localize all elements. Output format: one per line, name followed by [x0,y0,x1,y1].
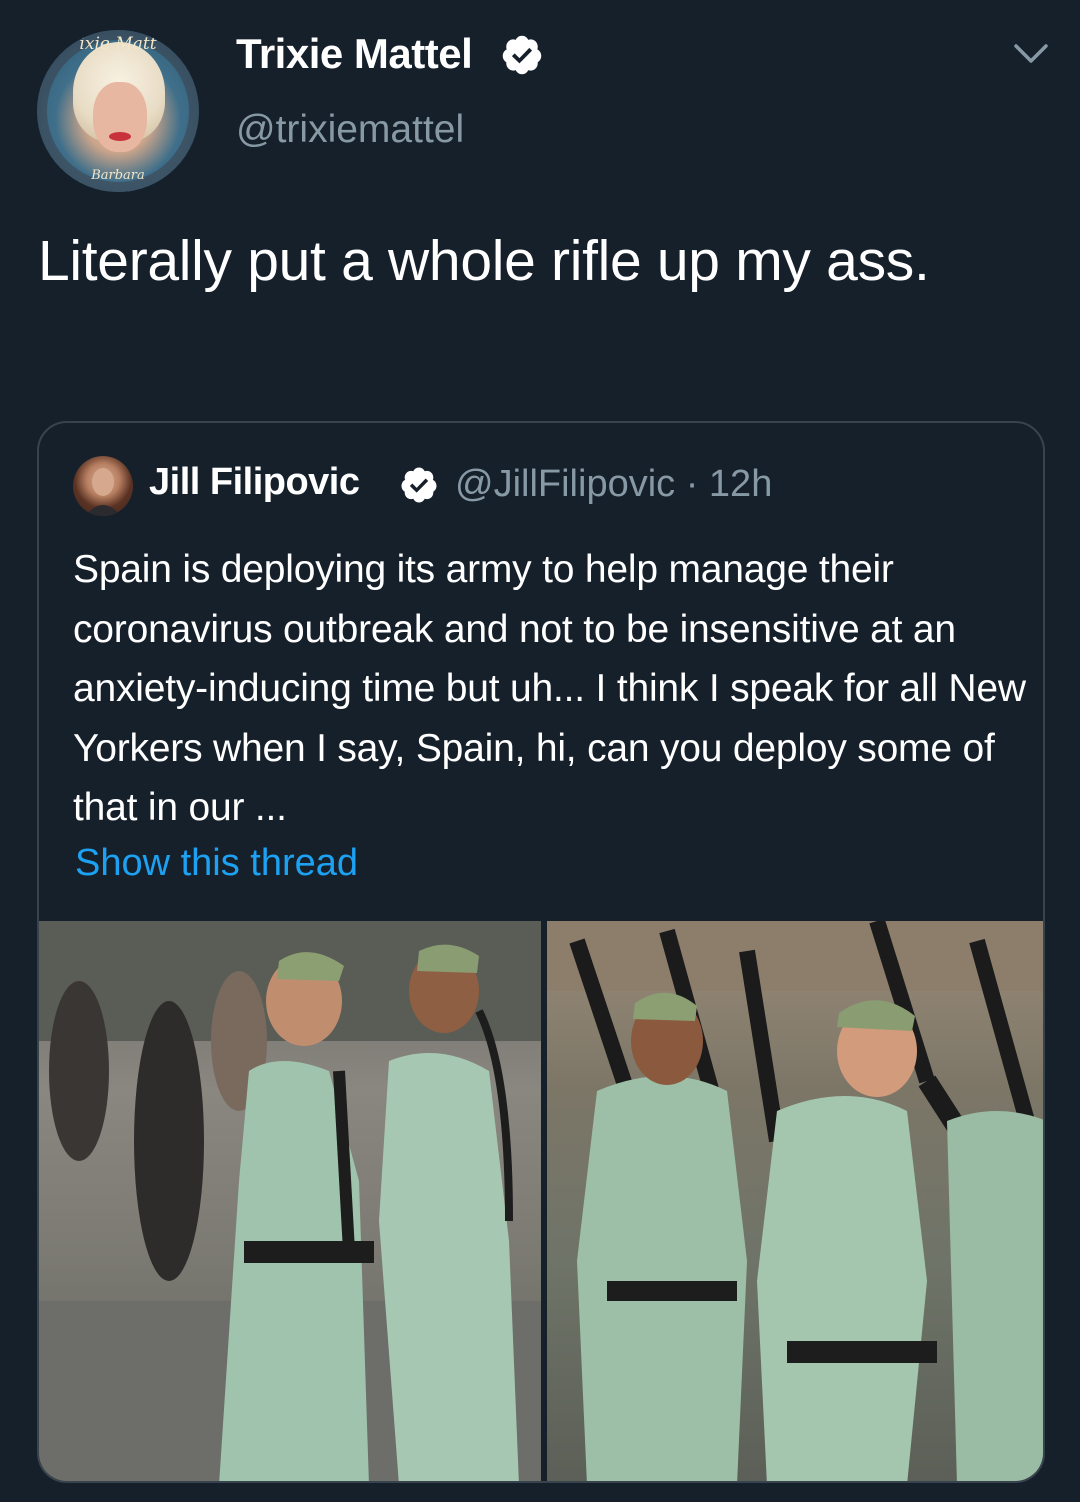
quoted-author-handle-time[interactable]: @JillFilipovic · 12h [455,463,772,506]
avatar-logo-text-bottom: Barbara [91,168,145,183]
author-avatar[interactable]: ixie Matt Barbara [37,30,199,192]
quoted-photo-right[interactable] [547,921,1043,1481]
quoted-photo-left[interactable] [39,921,541,1481]
tweet: ixie Matt Barbara Trixie Mattel @trixiem… [0,0,1080,1502]
author-handle[interactable]: @trixiemattel [236,108,464,152]
quoted-author-display-name[interactable]: Jill Filipovic [149,461,360,504]
quoted-tweet-media [39,921,1043,1481]
chevron-down-icon[interactable] [1011,40,1051,68]
quoted-author-avatar[interactable] [73,456,133,516]
verified-badge-icon [401,467,437,503]
avatar-logo-text-top: ixie Matt [79,34,157,54]
show-thread-link[interactable]: Show this thread [75,842,358,885]
author-display-name[interactable]: Trixie Mattel [236,30,473,78]
quoted-tweet-card[interactable]: Jill Filipovic @JillFilipovic · 12h Spai… [37,421,1045,1483]
verified-badge-icon [502,35,542,75]
quoted-tweet-text: Spain is deploying its army to help mana… [73,548,1026,829]
tweet-text: Literally put a whole rifle up my ass. [38,229,930,293]
